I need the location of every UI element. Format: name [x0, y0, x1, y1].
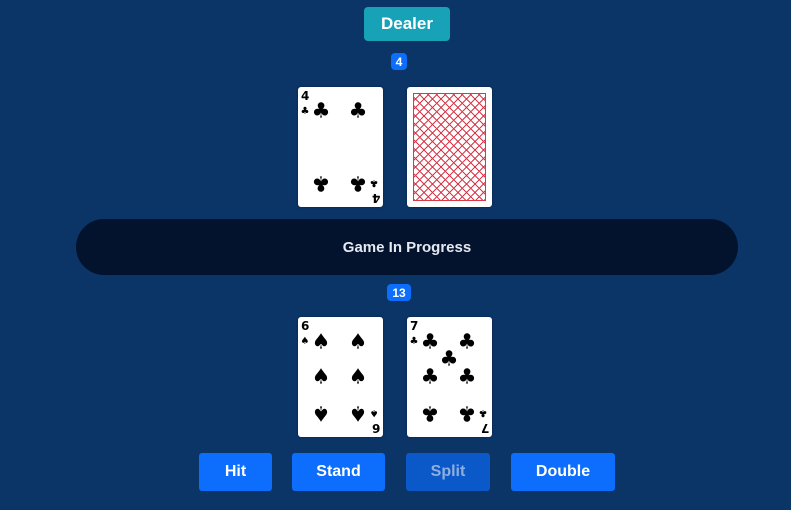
hit-button[interactable]: Hit: [199, 453, 272, 491]
club-icon: ♣: [420, 364, 440, 389]
club-icon: ♣: [311, 171, 331, 196]
card-rank: 6: [301, 319, 310, 333]
club-icon: ♣: [420, 401, 440, 426]
club-icon: ♣: [300, 106, 310, 117]
card-rank: 4: [301, 89, 310, 103]
stand-button[interactable]: Stand: [292, 453, 385, 491]
spade-icon: ♠: [348, 364, 368, 389]
club-icon: ♣: [420, 329, 440, 354]
club-icon: ♣: [439, 346, 459, 371]
club-icon: ♣: [409, 336, 419, 347]
spade-icon: ♠: [348, 329, 368, 354]
player-card-1: 6 ♠ ♠ ♠ ♠ ♠ ♠ ♠ ♠ 6: [298, 317, 383, 437]
club-icon: ♣: [457, 364, 477, 389]
spade-icon: ♠: [300, 336, 310, 347]
player-score-badge: 13: [387, 284, 411, 301]
dealer-button[interactable]: Dealer: [364, 7, 450, 41]
club-icon: ♣: [348, 98, 368, 123]
club-icon: ♣: [457, 401, 477, 426]
club-icon: ♣: [478, 407, 488, 418]
card-rank: 7: [480, 421, 489, 435]
dealer-card-1: 4 ♣ ♣ ♣ ♣ ♣ ♣ 4: [298, 87, 383, 207]
club-icon: ♣: [369, 177, 379, 188]
player-card-2: 7 ♣ ♣ ♣ ♣ ♣ ♣ ♣ ♣ ♣ 7: [407, 317, 492, 437]
card-rank: 6: [371, 421, 380, 435]
card-rank: 4: [371, 191, 380, 205]
spade-icon: ♠: [311, 401, 331, 426]
club-icon: ♣: [348, 171, 368, 196]
spade-icon: ♠: [311, 364, 331, 389]
club-icon: ♣: [311, 98, 331, 123]
dealer-score-badge: 4: [391, 53, 407, 70]
game-status: Game In Progress: [76, 219, 738, 275]
split-button[interactable]: Split: [406, 453, 490, 491]
card-back-pattern-icon: [413, 93, 486, 201]
spade-icon: ♠: [348, 401, 368, 426]
dealer-card-2-facedown: [407, 87, 492, 207]
card-rank: 7: [410, 319, 419, 333]
spade-icon: ♠: [311, 329, 331, 354]
spade-icon: ♠: [369, 407, 379, 418]
club-icon: ♣: [457, 329, 477, 354]
double-button[interactable]: Double: [511, 453, 615, 491]
